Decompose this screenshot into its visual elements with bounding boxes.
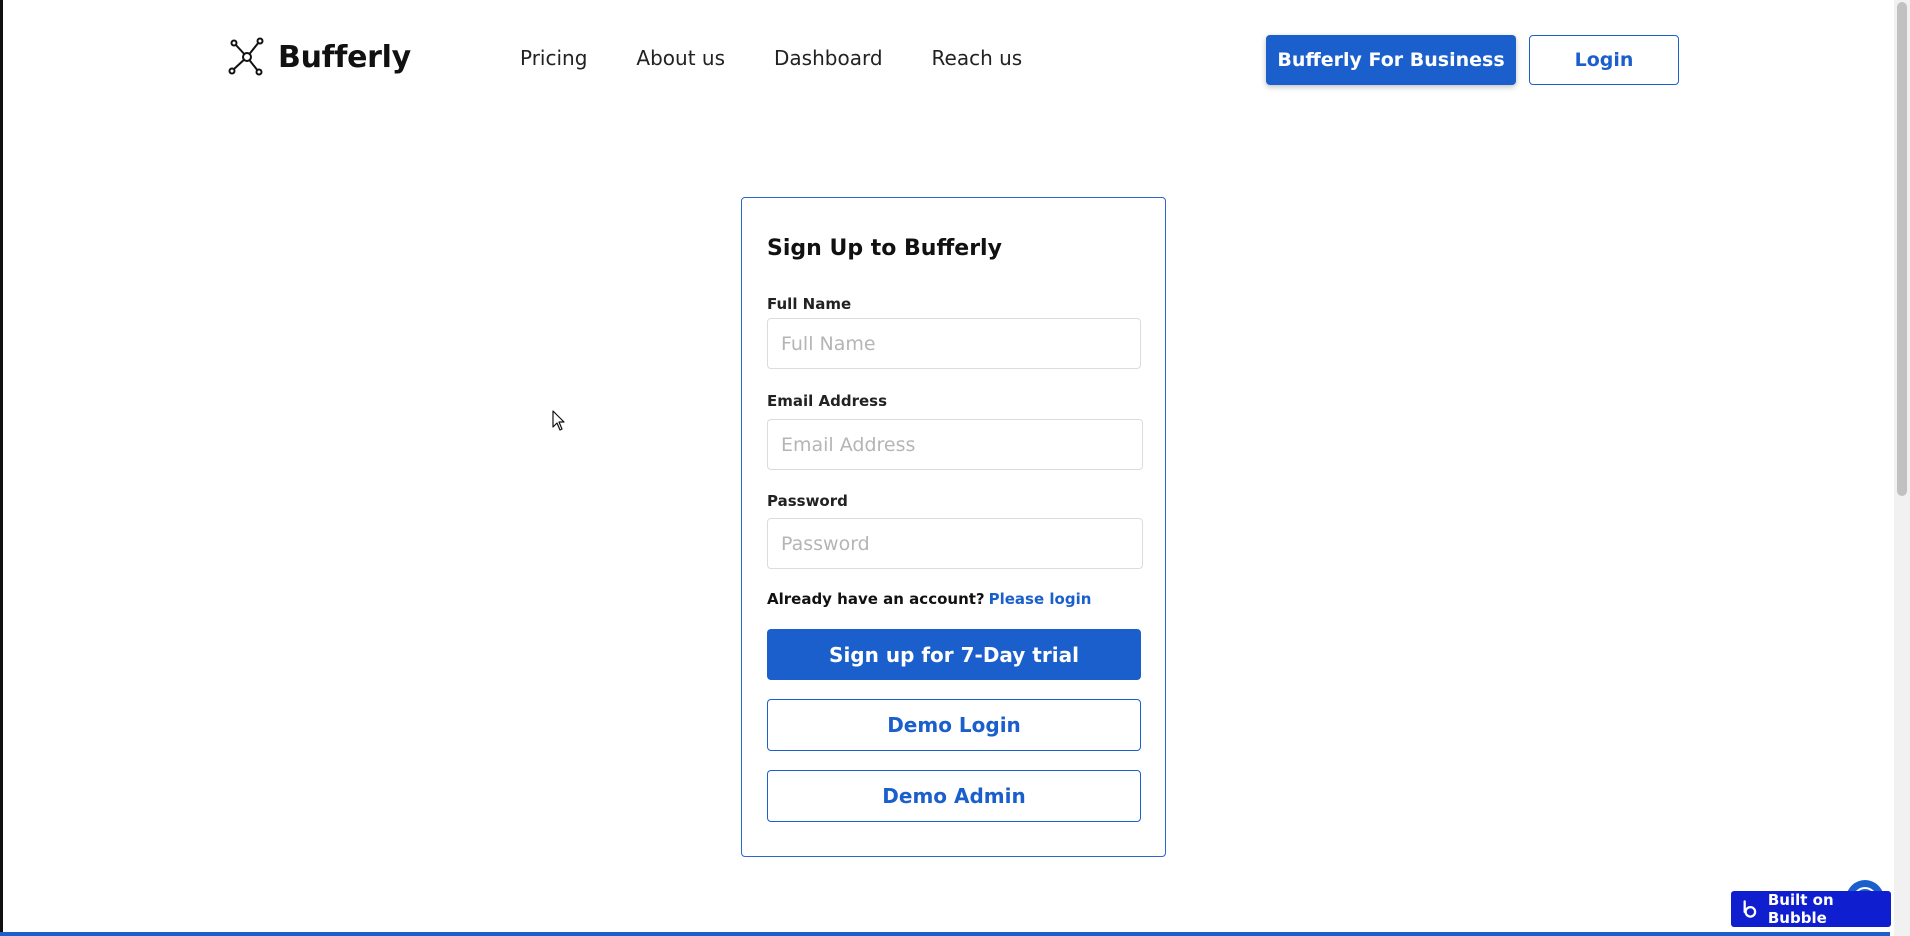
scrollbar-thumb[interactable] bbox=[1897, 2, 1907, 496]
please-login-link[interactable]: Please login bbox=[989, 590, 1092, 608]
demo-admin-button[interactable]: Demo Admin bbox=[767, 770, 1141, 822]
brand-name: Bufferly bbox=[278, 39, 411, 75]
password-label: Password bbox=[767, 492, 848, 510]
full-name-label: Full Name bbox=[767, 295, 852, 313]
window-edge bbox=[0, 0, 3, 936]
nav-link-pricing[interactable]: Pricing bbox=[520, 46, 587, 70]
nav-link-dashboard[interactable]: Dashboard bbox=[774, 46, 883, 70]
nav-link-about-us[interactable]: About us bbox=[636, 46, 725, 70]
page-scrollbar[interactable] bbox=[1894, 0, 1910, 936]
signup-title: Sign Up to Bufferly bbox=[767, 236, 1002, 261]
mouse-pointer-icon bbox=[552, 410, 565, 431]
signup-card: Sign Up to Bufferly Full Name Email Addr… bbox=[741, 197, 1166, 857]
brand-logo[interactable]: Bufferly bbox=[226, 36, 411, 78]
nav-link-reach-us[interactable]: Reach us bbox=[932, 46, 1023, 70]
business-button[interactable]: Bufferly For Business bbox=[1266, 35, 1516, 85]
already-text: Already have an account? bbox=[767, 590, 985, 608]
built-on-bubble-badge[interactable]: Built on Bubble bbox=[1731, 891, 1891, 927]
email-input[interactable] bbox=[767, 419, 1143, 470]
network-nodes-icon bbox=[228, 37, 264, 76]
bubble-logo-icon bbox=[1743, 900, 1757, 918]
email-label: Email Address bbox=[767, 392, 888, 410]
already-have-account: Already have an account? Please login bbox=[767, 590, 1091, 608]
full-name-input[interactable] bbox=[767, 318, 1141, 369]
password-input[interactable] bbox=[767, 518, 1143, 569]
demo-login-button[interactable]: Demo Login bbox=[767, 699, 1141, 751]
main-nav: Pricing About us Dashboard Reach us bbox=[520, 46, 1071, 70]
bottom-accent-bar bbox=[0, 932, 1890, 936]
signup-trial-button[interactable]: Sign up for 7-Day trial bbox=[767, 629, 1141, 680]
badge-label: Built on Bubble bbox=[1767, 891, 1834, 927]
header-login-button[interactable]: Login bbox=[1529, 35, 1679, 85]
